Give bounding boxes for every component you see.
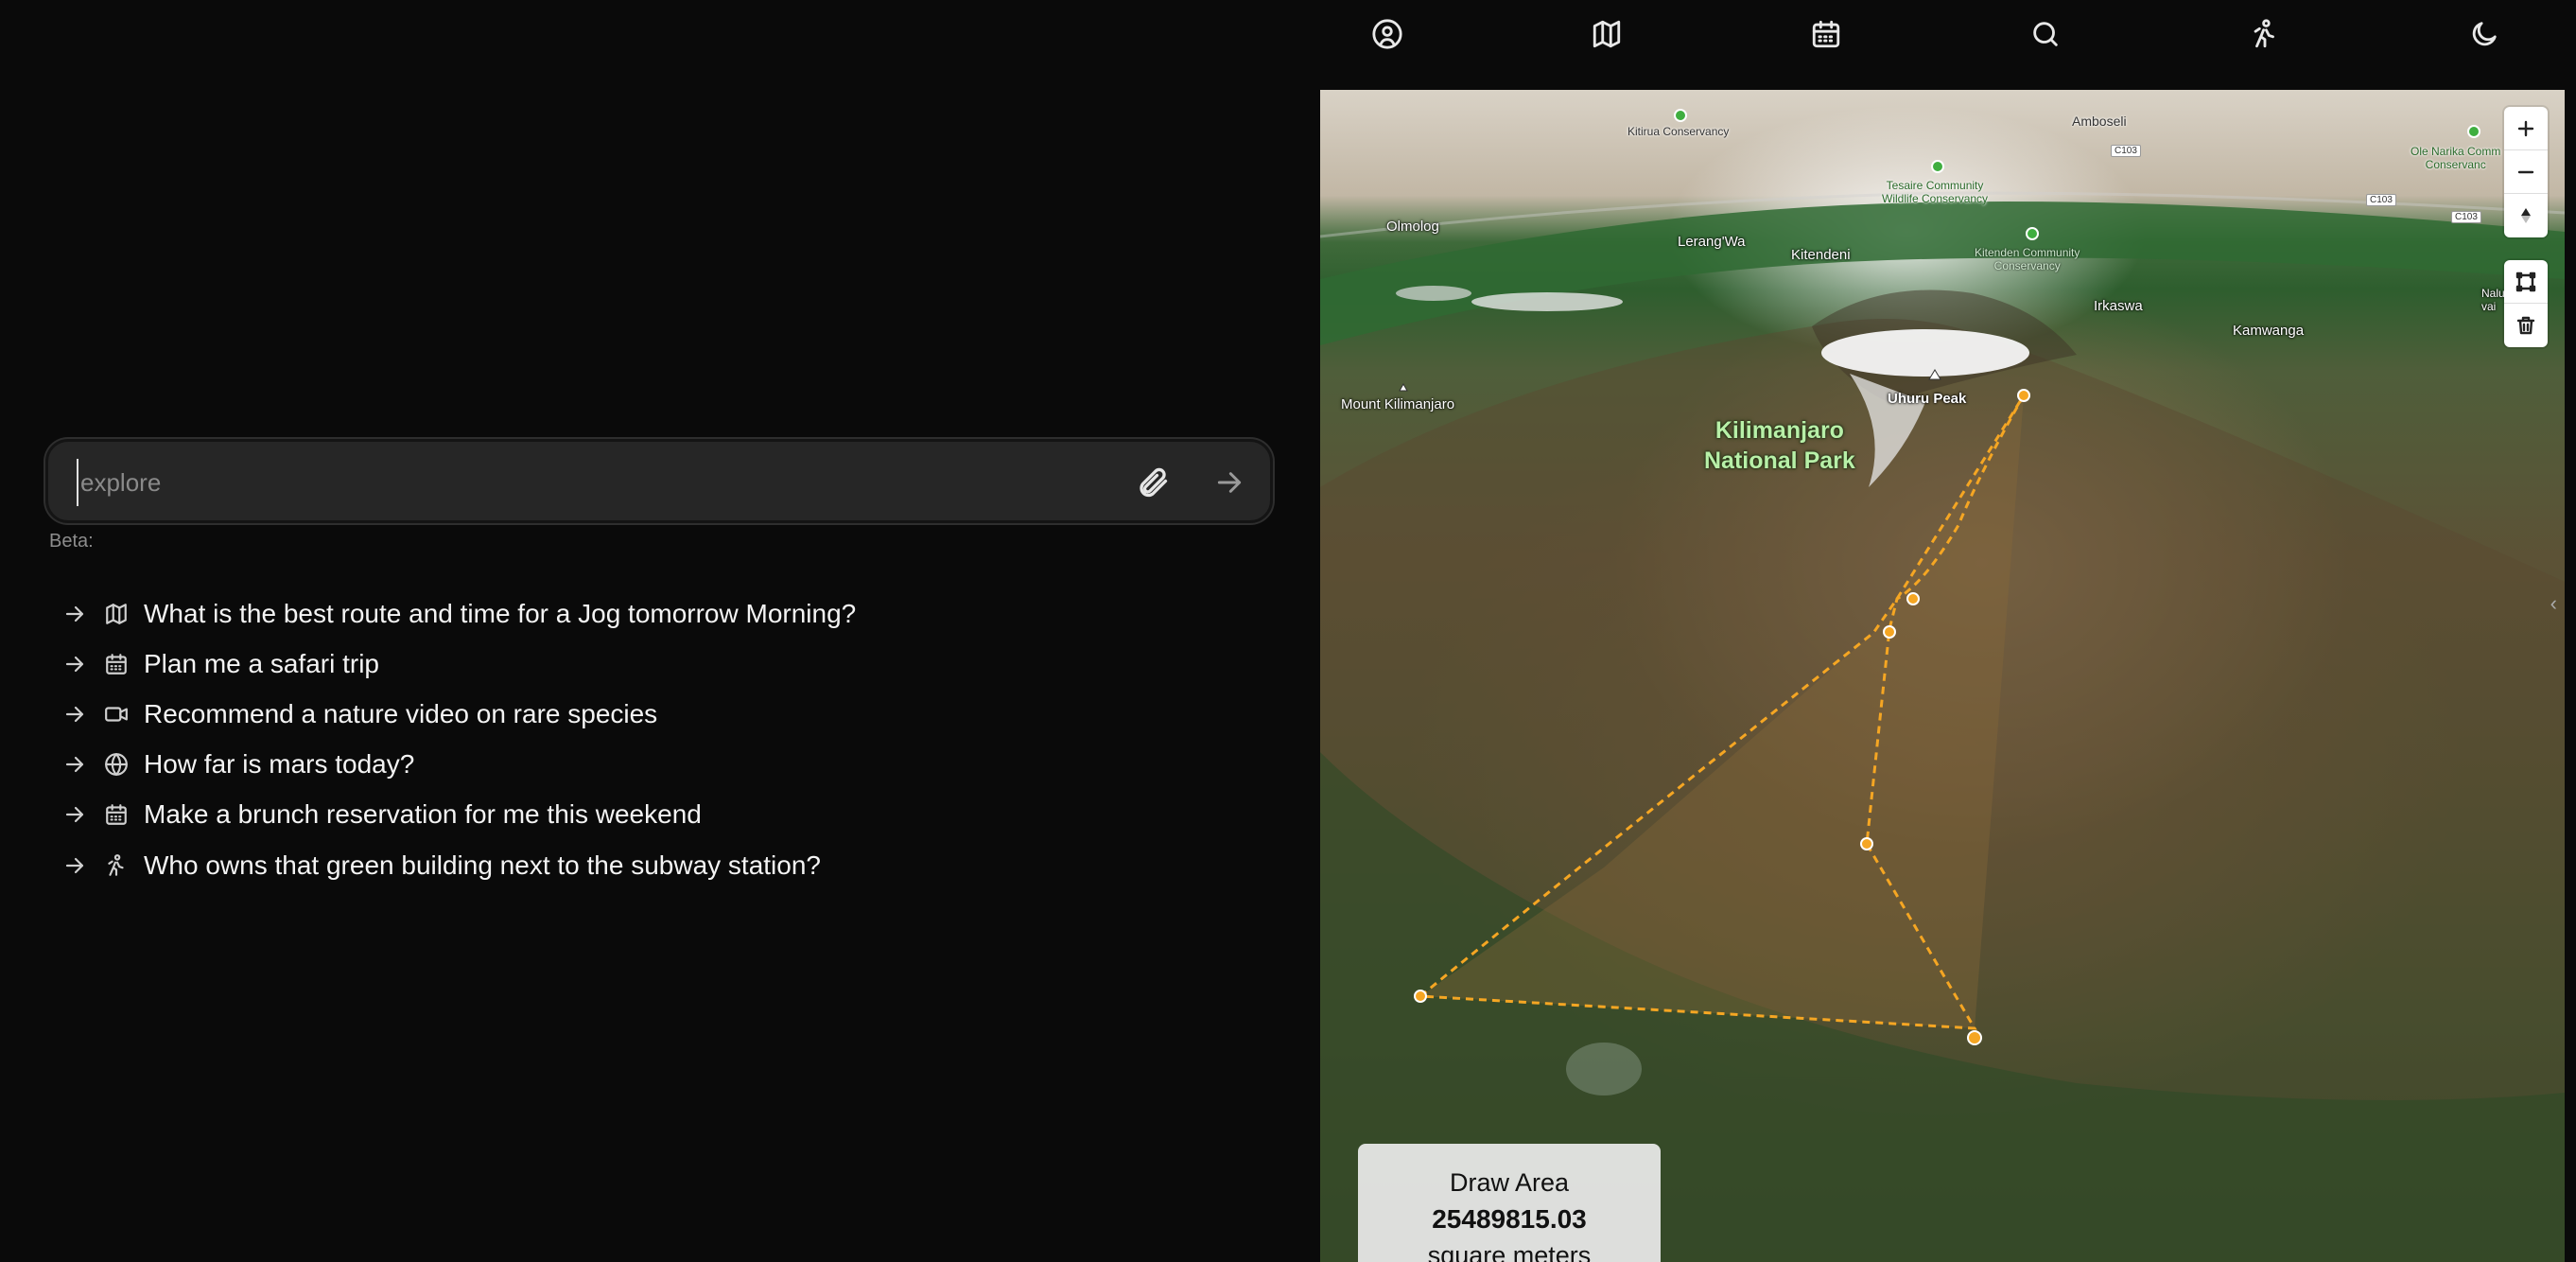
video-icon — [102, 700, 131, 728]
road-shield: C103 — [2111, 145, 2141, 157]
chevron-left-icon[interactable]: ‹ — [2550, 591, 2557, 616]
moon-icon[interactable] — [2465, 15, 2503, 53]
map-label-tesaire: Tesaire Community Wildlife Conservancy — [1882, 179, 1989, 205]
suggestion-item[interactable]: How far is mars today? — [61, 740, 1243, 790]
suggestion-item[interactable]: Make a brunch reservation for me this we… — [61, 790, 1243, 840]
beta-label: Beta: — [49, 531, 94, 552]
calendar-icon[interactable] — [1807, 15, 1845, 53]
suggestion-text: Recommend a nature video on rare species — [144, 698, 658, 728]
draw-area-unit: square meters — [1427, 1241, 1592, 1262]
map-view[interactable]: Kitirua Conservancy Amboseli C103 Tesair… — [1320, 90, 2565, 1262]
map-label-irkaswa: Irkaswa — [2094, 298, 2143, 314]
suggestion-list: What is the best route and time for a Jo… — [61, 588, 1243, 890]
map-label-uhuru-peak: Uhuru Peak — [1888, 391, 1967, 407]
hiker-icon — [102, 851, 131, 880]
map-label-kitendeni: Kitendeni — [1791, 247, 1851, 263]
suggestion-text: What is the best route and time for a Jo… — [144, 598, 857, 628]
compass-button[interactable] — [2504, 194, 2548, 237]
search-box — [45, 439, 1273, 523]
poi-marker-icon[interactable] — [2467, 125, 2480, 138]
map-label-amboseli: Amboseli — [2072, 114, 2127, 129]
minus-icon — [2517, 170, 2534, 173]
arrow-right-icon — [61, 650, 89, 678]
poi-marker-icon[interactable] — [1931, 160, 1944, 173]
suggestion-item[interactable]: What is the best route and time for a Jo… — [61, 588, 1243, 639]
map-label-olenarika: Ole Narika Comm Conservanc — [2411, 145, 2501, 171]
road-shield: C103 — [2366, 194, 2396, 206]
suggestion-item[interactable]: Recommend a nature video on rare species — [61, 689, 1243, 739]
search-input[interactable] — [77, 459, 1098, 506]
map-icon — [102, 600, 131, 628]
zoom-controls — [2504, 107, 2548, 237]
map-label-olmolog: Olmolog — [1386, 219, 1439, 235]
arrow-right-icon — [61, 750, 89, 779]
terrain-canvas — [1320, 191, 2565, 1262]
poi-marker-icon[interactable] — [1674, 109, 1687, 122]
map-label-kitenden-conservancy: Kitenden Community Conservancy — [1975, 246, 2080, 272]
suggestion-text: Plan me a safari trip — [144, 648, 379, 678]
polygon-icon — [2515, 272, 2536, 291]
send-arrow-icon[interactable] — [1208, 461, 1251, 504]
map-icon[interactable] — [1588, 15, 1626, 53]
calendar-icon — [102, 800, 131, 829]
arrow-right-icon — [61, 851, 89, 880]
hiker-icon[interactable] — [2246, 15, 2284, 53]
zoom-in-button[interactable] — [2504, 107, 2548, 150]
suggestion-item[interactable]: Who owns that green building next to the… — [61, 840, 1243, 890]
suggestion-text: Who owns that green building next to the… — [144, 850, 821, 880]
road-shield: C103 — [2451, 211, 2481, 223]
map-label-mount-kilimanjaro: Mount Kilimanjaro — [1341, 396, 1455, 412]
draw-polygon-button[interactable] — [2504, 260, 2548, 304]
map-label-kamwanga: Kamwanga — [2233, 323, 2305, 339]
map-label-lerangwa: Lerang'Wa — [1678, 234, 1746, 250]
globe-icon — [102, 750, 131, 779]
suggestion-item[interactable]: Plan me a safari trip — [61, 639, 1243, 689]
user-circle-icon[interactable] — [1368, 15, 1406, 53]
map-label-national-park: Kilimanjaro National Park — [1704, 417, 1855, 474]
calendar-icon — [102, 650, 131, 678]
arrow-right-icon — [61, 600, 89, 628]
compass-icon — [2521, 208, 2531, 223]
arrow-right-icon — [61, 800, 89, 829]
top-nav — [1319, 0, 2566, 66]
map-label-kitirua: Kitirua Conservancy — [1627, 125, 1730, 138]
suggestion-text: How far is mars today? — [144, 749, 415, 780]
draw-area-panel: Draw Area 25489815.03 square meters — [1358, 1144, 1661, 1262]
draw-area-title: Draw Area — [1449, 1168, 1570, 1197]
search-icon[interactable] — [2027, 15, 2064, 53]
arrow-right-icon — [61, 700, 89, 728]
draw-controls — [2504, 260, 2548, 347]
draw-area-value: 25489815.03 — [1432, 1204, 1587, 1234]
suggestion-text: Make a brunch reservation for me this we… — [144, 799, 702, 830]
trash-icon — [2516, 316, 2535, 335]
poi-marker-icon[interactable] — [2026, 227, 2039, 240]
paperclip-icon[interactable] — [1131, 461, 1175, 504]
trash-button[interactable] — [2504, 304, 2548, 347]
plus-icon — [2517, 120, 2534, 136]
zoom-out-button[interactable] — [2504, 150, 2548, 194]
map-label-nalu: Nalu vai — [2481, 287, 2505, 313]
